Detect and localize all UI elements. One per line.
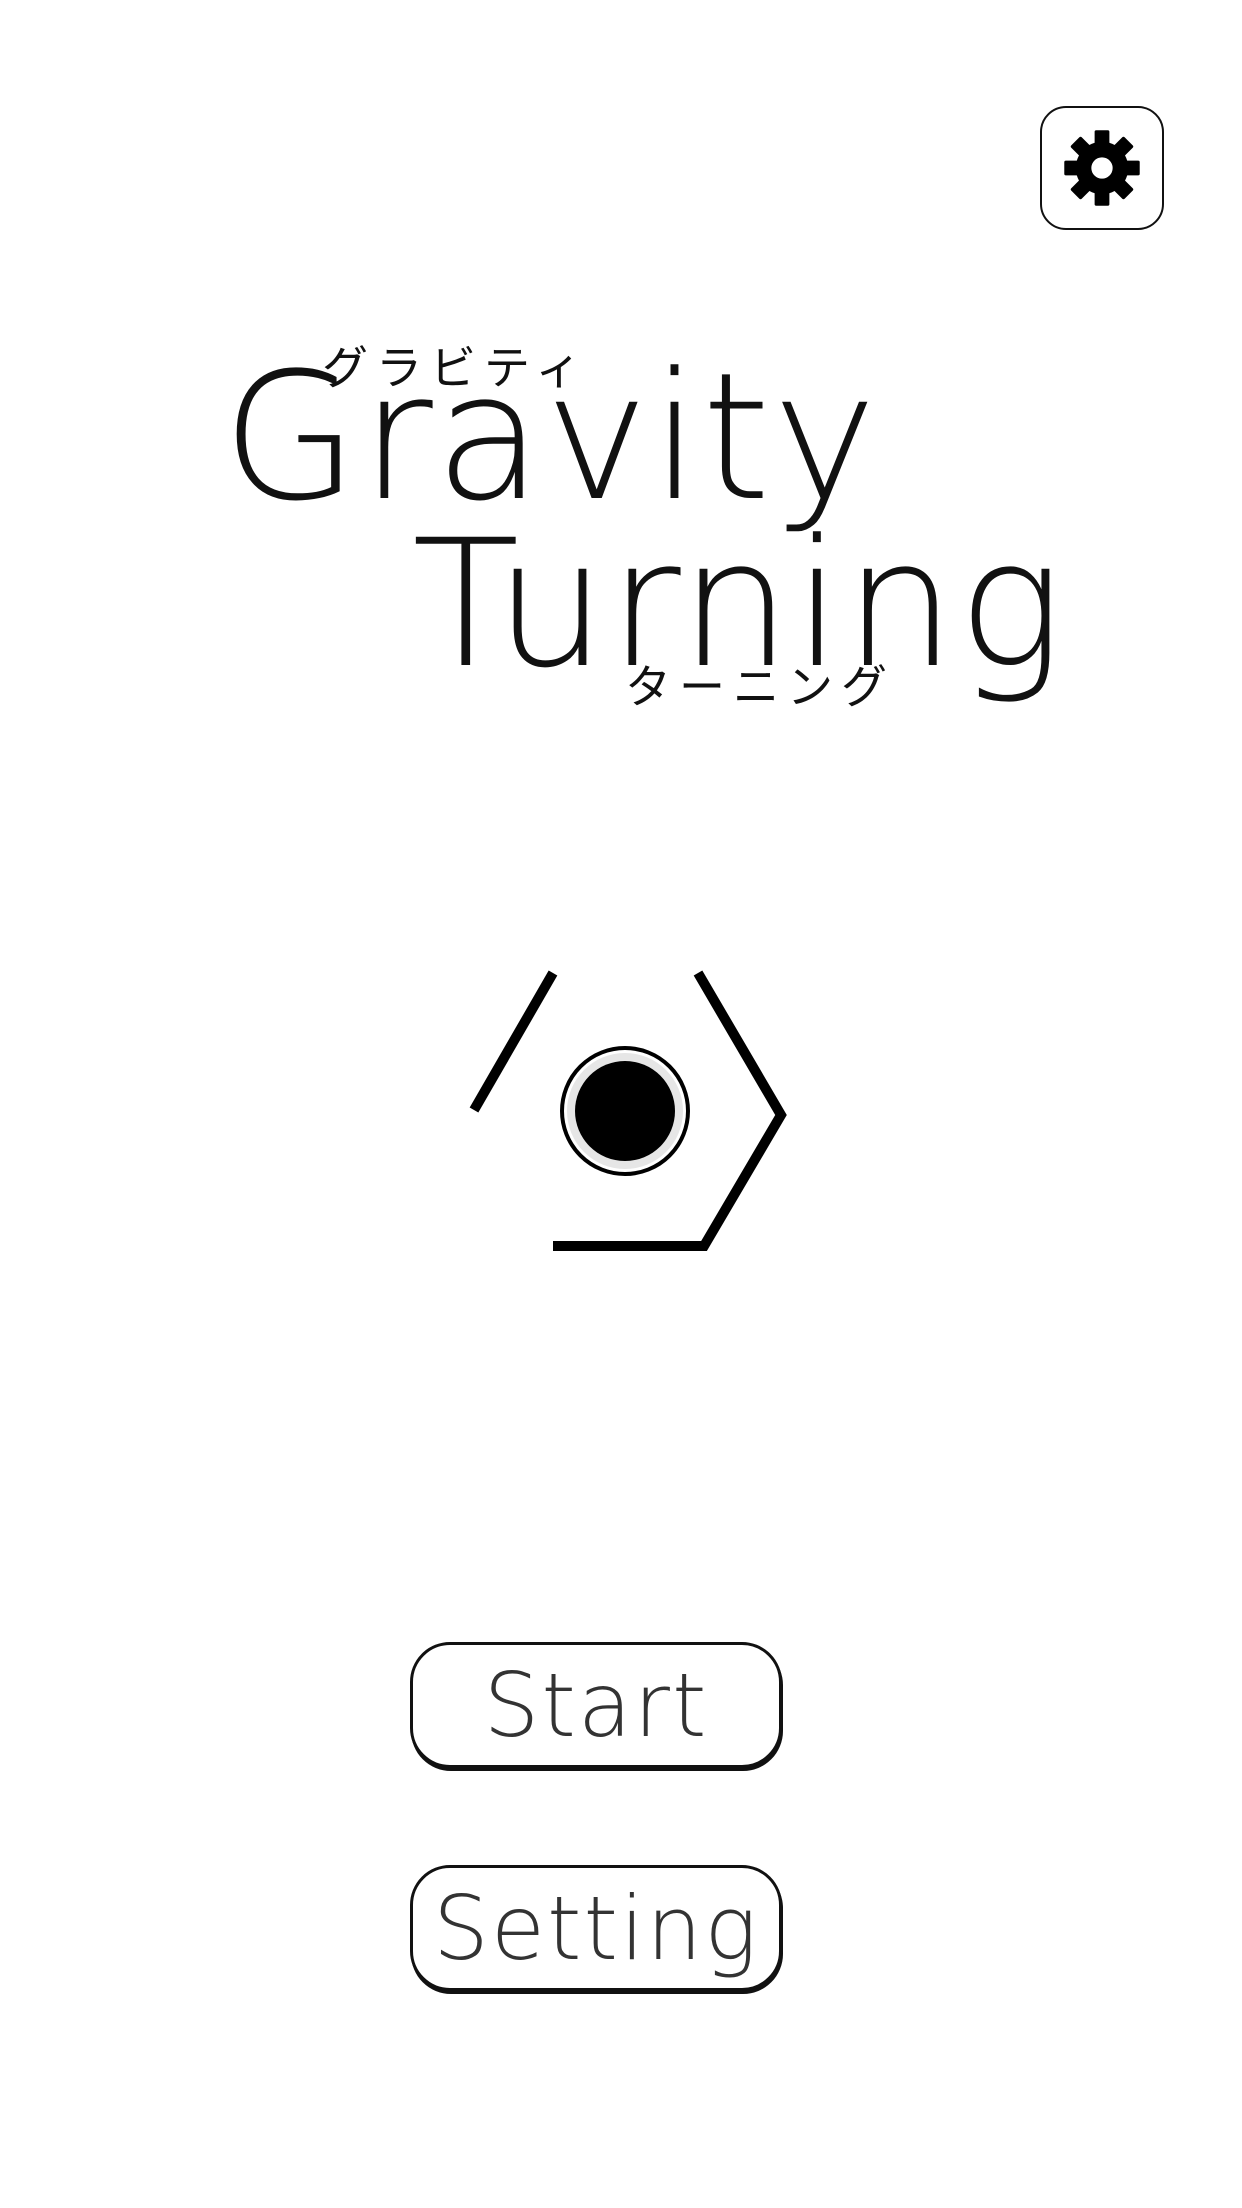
gear-icon: [1064, 130, 1140, 206]
ball-core: [575, 1061, 675, 1161]
hexagon-ball-logo: [469, 970, 787, 1251]
title-gravity: Gravity: [222, 335, 879, 540]
setting-button[interactable]: Setting: [410, 1865, 782, 1991]
hexagon-segment-left: [469, 970, 558, 1113]
start-button[interactable]: Start: [410, 1642, 782, 1768]
settings-gear-button[interactable]: [1040, 106, 1164, 230]
title-furigana-bottom: ターニング: [625, 660, 895, 714]
